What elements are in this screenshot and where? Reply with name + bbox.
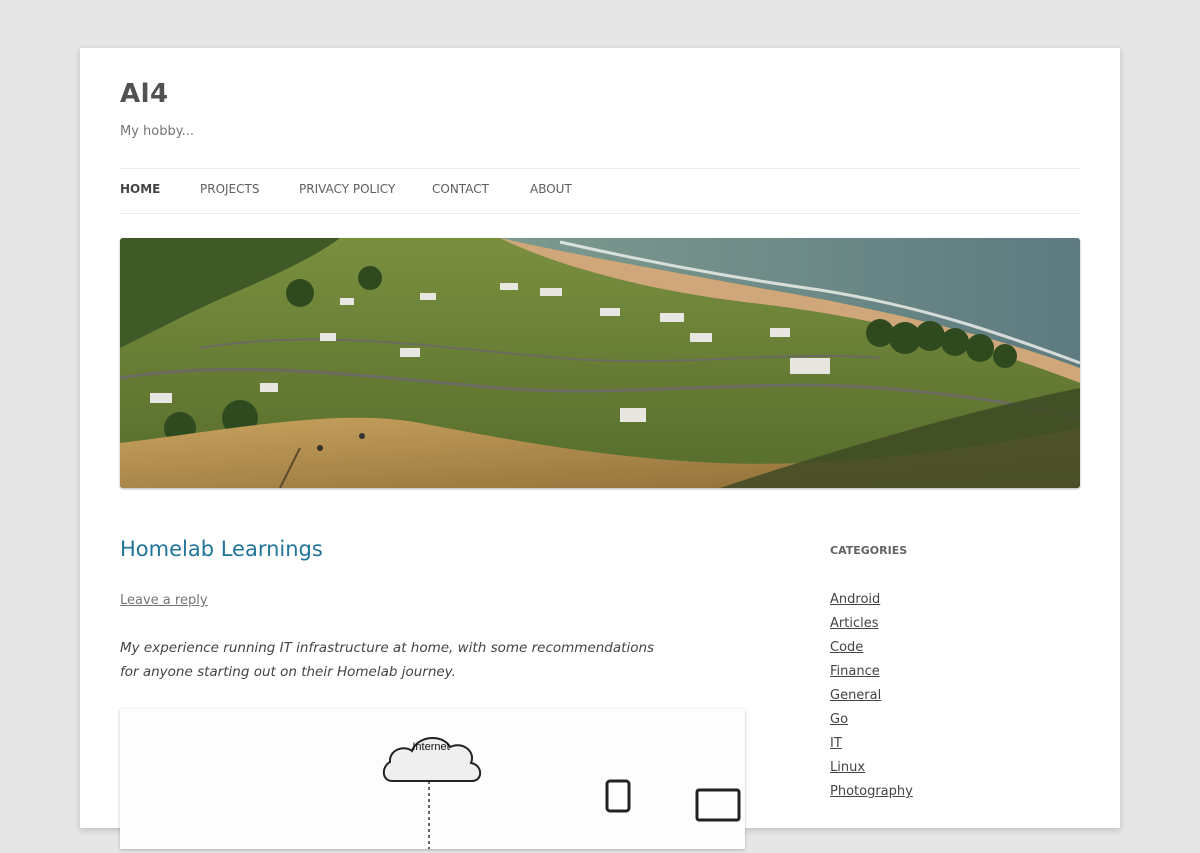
categories-widget-title: CATEGORIES [830, 544, 908, 557]
list-item: Articles [830, 612, 913, 636]
category-link-code[interactable]: Code [830, 640, 863, 655]
post-title[interactable]: Homelab Learnings [120, 537, 323, 561]
phone-icon [605, 779, 631, 813]
list-item: Photography [830, 780, 913, 804]
nav-item-privacy-policy[interactable]: PRIVACY POLICY [299, 182, 395, 196]
categories-list: Android Articles Code Finance General Go… [830, 588, 913, 804]
list-item: Go [830, 708, 913, 732]
list-item: Linux [830, 756, 913, 780]
nav-item-about[interactable]: ABOUT [530, 182, 572, 196]
category-link-photography[interactable]: Photography [830, 784, 913, 799]
category-link-finance[interactable]: Finance [830, 664, 880, 679]
list-item: Finance [830, 660, 913, 684]
nav-item-home[interactable]: HOME [120, 182, 160, 196]
list-item: Android [830, 588, 913, 612]
nav-item-contact[interactable]: CONTACT [432, 182, 489, 196]
laptop-icon [695, 788, 741, 822]
post-excerpt: My experience running IT infrastructure … [120, 640, 655, 680]
category-link-it[interactable]: IT [830, 736, 842, 751]
header-image [120, 238, 1080, 488]
main-navigation: HOME PROJECTS PRIVACY POLICY CONTACT ABO… [120, 168, 1080, 214]
list-item: General [830, 684, 913, 708]
category-link-linux[interactable]: Linux [830, 760, 865, 775]
list-item: IT [830, 732, 913, 756]
category-link-articles[interactable]: Articles [830, 616, 878, 631]
leave-reply-link[interactable]: Leave a reply [120, 593, 208, 608]
coastal-landscape-image [120, 238, 1080, 488]
cloud-label: Internet [412, 741, 449, 753]
list-item: Code [830, 636, 913, 660]
network-diagram: Internet [382, 737, 741, 849]
network-diagram-image: Internet [120, 709, 745, 849]
site-description: My hobby... [120, 124, 194, 139]
page-container: Al4 My hobby... HOME PROJECTS PRIVACY PO… [80, 48, 1120, 849]
site-title[interactable]: Al4 [120, 79, 169, 109]
category-link-android[interactable]: Android [830, 592, 880, 607]
category-link-general[interactable]: General [830, 688, 881, 703]
nav-item-projects[interactable]: PROJECTS [200, 182, 259, 196]
category-link-go[interactable]: Go [830, 712, 848, 727]
